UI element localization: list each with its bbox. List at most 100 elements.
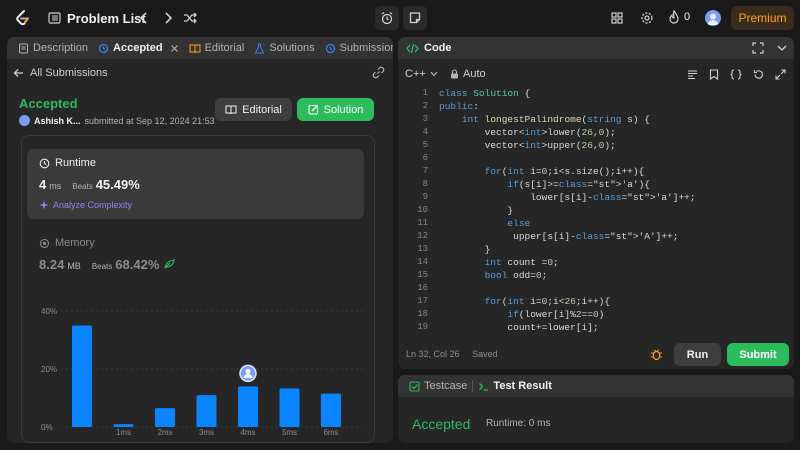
code-text: public:: [439, 101, 479, 112]
chart-bar[interactable]: [279, 388, 300, 427]
chevron-down-icon[interactable]: [776, 42, 788, 54]
bookmark-icon[interactable]: [709, 68, 719, 80]
tab-editorial[interactable]: Editorial: [184, 37, 250, 59]
line-number: 15: [417, 270, 428, 280]
braces-icon[interactable]: [730, 68, 742, 80]
line-number: 9: [422, 192, 428, 202]
streak-counter[interactable]: 0: [668, 10, 690, 24]
prev-problem-button[interactable]: [138, 11, 150, 25]
tab-test-result-label: Test Result: [493, 380, 552, 392]
line-number: 10: [417, 205, 428, 215]
random-problem-button[interactable]: [183, 11, 197, 25]
avatar[interactable]: [19, 115, 30, 126]
x-tick-label: 5ms: [282, 428, 297, 437]
analyze-complexity-button[interactable]: Analyze Complexity: [39, 200, 132, 210]
run-button[interactable]: Run: [674, 343, 721, 366]
top-bar: Problem List 0 Premium: [0, 0, 800, 36]
code-text: }: [439, 244, 491, 255]
format-icon[interactable]: [687, 69, 698, 80]
share-link-icon[interactable]: [372, 66, 385, 79]
solution-button[interactable]: Solution: [297, 98, 374, 121]
streak-count: 0: [684, 11, 691, 23]
tab-testcase-label: Testcase: [424, 380, 468, 392]
code-text: else: [507, 218, 531, 229]
tab-submissions[interactable]: Submissions: [320, 37, 393, 59]
tab-testcase[interactable]: Testcase: [404, 375, 472, 397]
tab-accepted[interactable]: Accepted: [93, 37, 184, 59]
chevron-left-icon: [139, 12, 147, 24]
problem-list-button[interactable]: Problem List: [48, 8, 146, 28]
memory-heading-label: Memory: [55, 237, 95, 249]
line-number: 8: [422, 179, 428, 189]
settings-button[interactable]: [640, 11, 654, 25]
leetcode-logo-icon[interactable]: [14, 9, 32, 27]
runtime-unit: ms: [49, 181, 62, 191]
chart-bar[interactable]: [321, 393, 341, 427]
runtime-card[interactable]: Runtime 4 ms Beats 45.49% Analyze Comple…: [27, 149, 364, 219]
user-avatar[interactable]: [705, 10, 721, 26]
timer-button[interactable]: [375, 6, 399, 30]
runtime-distribution-chart[interactable]: 40% 20% 0% 1ms 2ms 3ms 4ms 5ms 6ms: [21, 303, 375, 443]
submitter-info: Ashish K... submitted at Sep 12, 2024 21…: [19, 115, 215, 126]
chart-svg: 40% 20% 0% 1ms 2ms 3ms 4ms 5ms 6ms: [41, 307, 366, 437]
runtime-number: 4: [39, 177, 47, 192]
code-text: if(s[i]>=class="st">'a'){: [507, 179, 650, 190]
runtime-value: 4 ms Beats 45.49%: [39, 177, 140, 192]
tab-description[interactable]: Description: [13, 37, 93, 59]
expand-icon[interactable]: [775, 68, 786, 80]
notes-button[interactable]: [403, 6, 427, 30]
maximize-icon[interactable]: [752, 42, 764, 54]
tab-solutions-label: Solutions: [269, 42, 315, 54]
test-status: Accepted: [412, 416, 471, 432]
code-text: bool odd=0;: [484, 270, 548, 281]
your-submission-avatar-marker[interactable]: [239, 364, 257, 383]
code-text: int count =0;: [484, 257, 559, 268]
debug-bug-icon[interactable]: [650, 348, 663, 361]
layout-button[interactable]: [610, 11, 624, 25]
next-problem-button[interactable]: [162, 11, 174, 25]
reset-icon[interactable]: [753, 69, 764, 80]
premium-button[interactable]: Premium: [731, 6, 794, 30]
y-tick-label: 40%: [41, 307, 57, 316]
back-to-submissions[interactable]: All Submissions: [13, 67, 108, 79]
x-tick-label: 2ms: [157, 428, 172, 437]
chart-bar[interactable]: [238, 386, 258, 427]
sparkle-icon: [39, 200, 49, 210]
line-number: 14: [417, 257, 428, 267]
submitter-name[interactable]: Ashish K...: [34, 116, 81, 126]
memory-chip-icon: [39, 238, 50, 248]
lock-icon: [451, 69, 458, 79]
note-icon: [409, 12, 421, 24]
submit-button[interactable]: Submit: [727, 343, 789, 366]
avatar-person-icon: [707, 13, 719, 25]
test-tab-bar: Testcase Test Result: [398, 375, 794, 397]
code-editor[interactable]: 1 class Solution {2 public: 3 int longestPa…: [398, 87, 794, 335]
line-number: 4: [422, 127, 428, 137]
code-toolbar: C++ Auto: [398, 63, 794, 85]
checkbox-icon: [409, 380, 420, 392]
chart-bar[interactable]: [113, 424, 134, 427]
code-text: for(int i=0;i<s.size();i++){: [484, 166, 645, 177]
grid-layout-icon: [611, 12, 623, 24]
code-header: Code: [398, 37, 794, 59]
line-number: 13: [417, 244, 428, 254]
editorial-button[interactable]: Editorial: [215, 98, 292, 121]
memory-value: 8.24 MB Beats 68.42%: [39, 257, 176, 272]
language-select[interactable]: C++: [405, 68, 438, 80]
memory-heading: Memory: [39, 237, 175, 249]
y-tick-label: 0%: [41, 423, 53, 432]
back-label: All Submissions: [30, 67, 108, 79]
chart-bar[interactable]: [155, 408, 175, 427]
x-tick-label: 4ms: [240, 428, 255, 437]
tab-solutions[interactable]: Solutions: [249, 37, 319, 59]
arrow-left-icon: [13, 69, 23, 77]
memory-card[interactable]: Memory 8.24 MB Beats 68.42%: [39, 237, 176, 272]
line-number: 17: [417, 296, 428, 306]
tab-test-result[interactable]: Test Result: [473, 375, 556, 397]
autocomplete-mode[interactable]: Auto: [450, 68, 486, 80]
close-tab-icon[interactable]: [170, 44, 179, 53]
chart-bar[interactable]: [72, 325, 92, 428]
language-value: C++: [405, 68, 426, 80]
chart-bar[interactable]: [196, 395, 217, 427]
code-text: class Solution {: [439, 88, 531, 99]
